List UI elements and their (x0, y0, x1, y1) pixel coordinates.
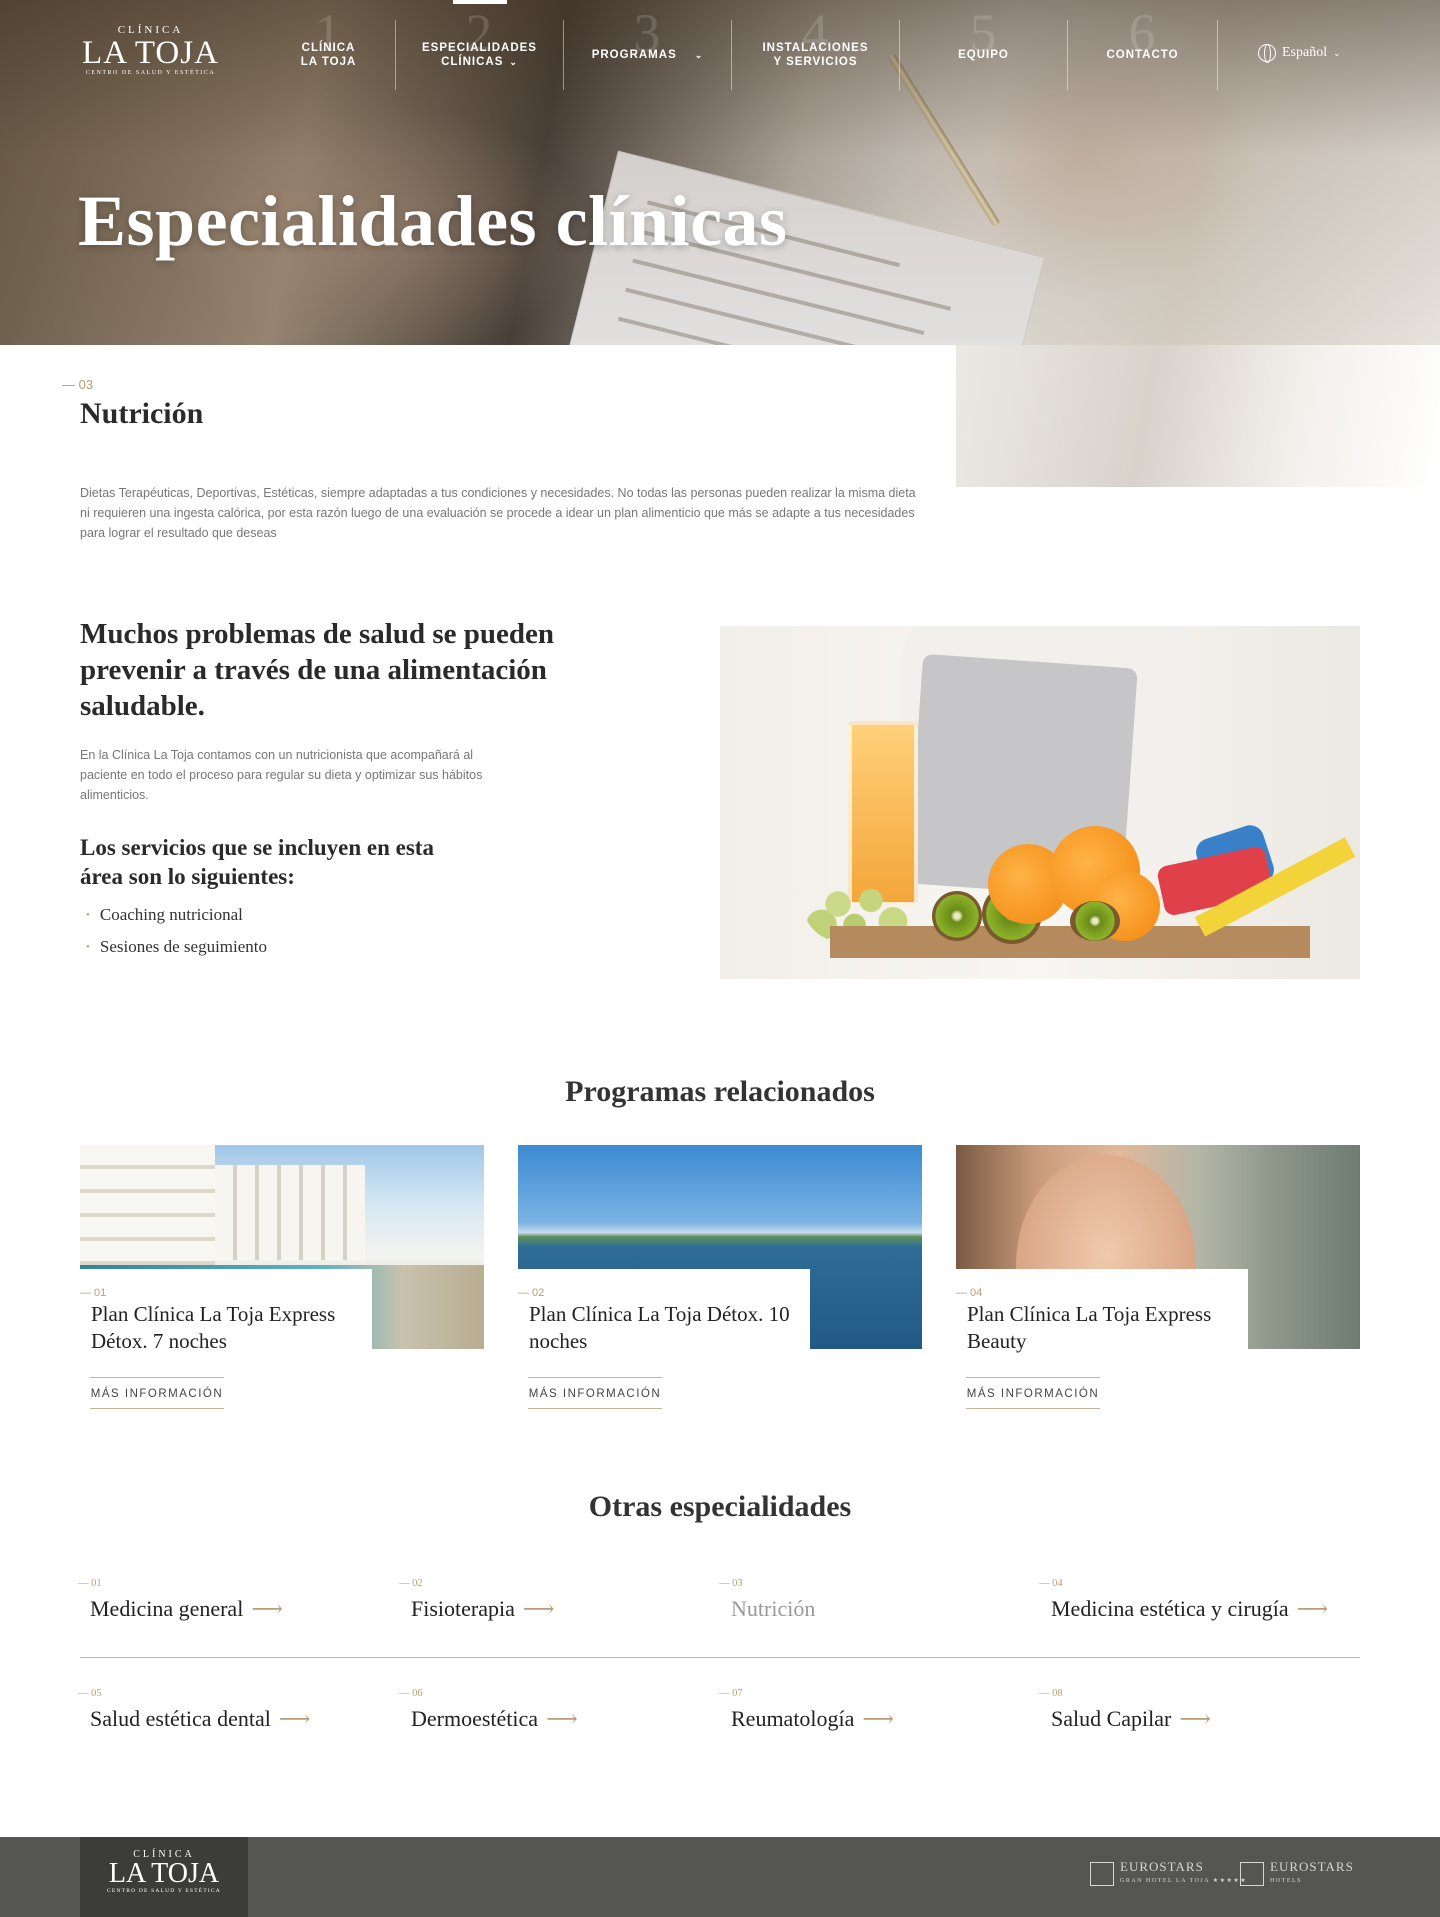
program-card[interactable]: — 02 Plan Clínica La Toja Détox. 10 noch… (518, 1145, 922, 1413)
other-specialties-title: Otras especialidades (588, 1490, 852, 1523)
more-info-link[interactable]: MÁS INFORMACIÓN (966, 1377, 1100, 1409)
specialty-number: — 02 (399, 1578, 423, 1589)
nav-item-programas[interactable]: 3 PROGRAMAS ⌄ (564, 3, 732, 90)
nutrition-text: En la Clínica La Toja contamos con un nu… (80, 748, 483, 802)
specialty-link[interactable]: — 02 Fisioterapia ⟶ (399, 1578, 555, 1622)
nutrition-heading: Muchos problemas de salud se pueden prev… (80, 618, 555, 722)
services-list: Coaching nutricional Sesiones de seguimi… (86, 900, 267, 964)
specialty-link[interactable]: — 06 Dermoestética ⟶ (399, 1688, 578, 1732)
section-title: Nutrición (80, 397, 204, 430)
specialty-label: Fisioterapia (411, 1596, 515, 1621)
services-heading: Los servicios que se incluyen en esta ár… (80, 835, 434, 889)
nav-item-instalaciones[interactable]: 4 INSTALACIONES Y SERVICIOS (732, 3, 900, 90)
specialty-link[interactable]: — 01 Medicina general ⟶ (78, 1578, 283, 1622)
nav-number: 2 (465, 3, 494, 63)
specialty-label: Reumatología (731, 1706, 855, 1731)
chevron-down-icon: ⌄ (1333, 47, 1341, 58)
specialty-number: — 03 (719, 1578, 743, 1589)
specialty-number: — 06 (399, 1688, 423, 1699)
section-description: Dietas Terapéuticas, Deportivas, Estétic… (80, 486, 916, 540)
logo-tagline: CENTRO DE SALUD Y ESTÉTICA (85, 70, 216, 76)
specialty-link[interactable]: — 05 Salud estética dental ⟶ (78, 1688, 311, 1732)
specialty-label: Medicina general (90, 1596, 244, 1621)
specialty-link[interactable]: — 04 Medicina estética y cirugía ⟶ (1039, 1578, 1329, 1622)
specialty-label: Dermoestética (411, 1706, 539, 1731)
partner-logo-gran-hotel[interactable]: EUROSTARS GRAN HOTEL LA TOJA ★★★★★ (1090, 1859, 1248, 1887)
nav-item-clinica[interactable]: 1 CLÍNICA LA TOJA (262, 3, 396, 90)
specialty-current: — 03 Nutrición (719, 1578, 816, 1622)
specialty-label: Nutrición (731, 1596, 816, 1621)
main-nav: 1 CLÍNICA LA TOJA 2 ESPECIALIDADES CLÍNICA… (262, 0, 1218, 90)
specialty-label: Salud estética dental (90, 1706, 271, 1731)
page-title: Especialidades clínicas (78, 181, 788, 261)
eurostars-icon (1090, 1862, 1114, 1886)
partner-sub: HOTELS (1270, 1878, 1302, 1884)
chevron-down-icon: ⌄ (509, 57, 518, 67)
hero-image-extension (956, 345, 1440, 487)
specialty-link[interactable]: — 07 Reumatología ⟶ (719, 1688, 894, 1732)
nav-number: 4 (801, 3, 830, 63)
nav-number: 3 (633, 3, 662, 63)
eurostars-icon (1240, 1862, 1264, 1886)
program-title: Plan Clínica La Toja Express Détox. 7 no… (91, 1302, 336, 1353)
site-logo[interactable]: CLÍNICA LA TOJA CENTRO DE SALUD Y ESTÉTI… (78, 24, 223, 76)
nav-number: 5 (969, 3, 998, 63)
language-label: Español (1282, 45, 1328, 60)
program-card[interactable]: — 01 Plan Clínica La Toja Express Détox.… (80, 1145, 484, 1413)
specialty-label: Salud Capilar (1051, 1706, 1172, 1731)
related-programs-title: Programas relacionados (565, 1075, 875, 1108)
nav-number: 6 (1128, 3, 1157, 63)
globe-icon (1258, 44, 1276, 63)
logo-tagline: CENTRO DE SALUD Y ESTÉTICA (107, 1888, 221, 1894)
program-title: Plan Clínica La Toja Express Beauty (967, 1302, 1212, 1353)
program-title: Plan Clínica La Toja Détox. 10 noches (529, 1302, 790, 1353)
partner-logo-hotels[interactable]: EUROSTARS HOTELS (1240, 1859, 1354, 1887)
footer: CLÍNICA LA TOJA CENTRO DE SALUD Y ESTÉTI… (0, 1837, 1440, 1917)
nav-item-equipo[interactable]: 5 EQUIPO (900, 3, 1068, 90)
nav-item-contacto[interactable]: 6 CONTACTO (1068, 3, 1218, 90)
program-number: — 04 (956, 1287, 983, 1299)
specialty-number: — 08 (1039, 1688, 1063, 1699)
arrow-right-icon: ⟶ (862, 1706, 894, 1731)
nutrition-image (720, 626, 1360, 979)
specialty-number: — 05 (78, 1688, 102, 1699)
divider (80, 1657, 1360, 1658)
program-number: — 02 (518, 1287, 545, 1299)
logo-name: LA TOJA (108, 1858, 220, 1889)
arrow-right-icon: ⟶ (1296, 1596, 1329, 1621)
specialty-label: Medicina estética y cirugía (1051, 1596, 1289, 1621)
program-card[interactable]: — 04 Plan Clínica La Toja Express Beauty… (956, 1145, 1360, 1413)
specialty-link[interactable]: — 08 Salud Capilar ⟶ (1039, 1688, 1211, 1732)
specialty-number: — 04 (1039, 1578, 1063, 1589)
arrow-right-icon: ⟶ (1179, 1706, 1211, 1731)
nav-number: 1 (314, 3, 343, 63)
arrow-right-icon: ⟶ (251, 1596, 283, 1621)
logo-name: LA TOJA (82, 35, 219, 71)
arrow-right-icon: ⟶ (278, 1706, 311, 1731)
specialty-number: — 01 (78, 1578, 102, 1589)
list-item: Coaching nutricional (86, 900, 267, 932)
more-info-link[interactable]: MÁS INFORMACIÓN (90, 1377, 224, 1409)
program-number: — 01 (80, 1287, 107, 1299)
list-item: Sesiones de seguimiento (86, 932, 267, 964)
language-selector[interactable]: Español ⌄ (1258, 44, 1341, 63)
footer-logo[interactable]: CLÍNICA LA TOJA CENTRO DE SALUD Y ESTÉTI… (80, 1837, 248, 1917)
arrow-right-icon: ⟶ (522, 1596, 555, 1621)
partner-name: EUROSTARS (1120, 1859, 1204, 1874)
chevron-down-icon: ⌄ (694, 50, 704, 60)
more-info-link[interactable]: MÁS INFORMACIÓN (528, 1377, 662, 1409)
specialty-number: — 07 (719, 1688, 743, 1699)
nav-item-especialidades[interactable]: 2 ESPECIALIDADES CLÍNICAS ⌄ (396, 0, 564, 90)
partner-sub: GRAN HOTEL LA TOJA ★★★★★ (1120, 1878, 1248, 1884)
arrow-right-icon: ⟶ (546, 1706, 578, 1731)
section-number: — 03 (62, 377, 94, 392)
partner-name: EUROSTARS (1270, 1859, 1354, 1874)
